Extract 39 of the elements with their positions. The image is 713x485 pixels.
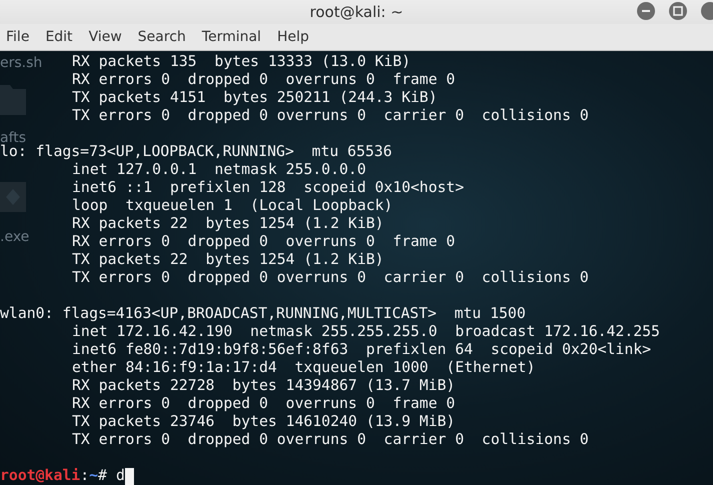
terminal-line: loop txqueuelen 1 (Local Loopback) <box>72 197 393 215</box>
terminal-line: wlan0: flags=4163<UP,BROADCAST,RUNNING,MULTICAST> mtu 1500 <box>0 305 526 323</box>
terminal-line: TX packets 22 bytes 1254 (1.2 KiB) <box>72 251 384 269</box>
terminal-line: TX errors 0 dropped 0 overruns 0 carrier 0 collisions 0 <box>72 269 589 287</box>
terminal-line: TX packets 4151 bytes 250211 (244.3 KiB) <box>72 89 438 107</box>
prompt-path: ~ <box>89 467 98 485</box>
terminal-line: RX packets 135 bytes 13333 (13.0 KiB) <box>72 53 411 71</box>
menu-item[interactable]: File <box>6 29 38 45</box>
terminal-line: inet 172.16.42.190 netmask 255.255.255.0 broadcast 172.16.42.255 <box>72 323 660 341</box>
desktop-icon-label: ers.sh <box>0 55 42 71</box>
desktop-icon-label: afts <box>0 130 26 146</box>
terminal-line: inet6 fe80::7d19:b9f8:56ef:8f63 prefixlen 64 scopeid 0x20<link> <box>72 341 652 359</box>
terminal-line: lo: flags=73<UP,LOOPBACK,RUNNING> mtu 65536 <box>0 143 392 161</box>
menu-item[interactable]: Edit <box>37 29 81 45</box>
terminal-line: RX packets 22 bytes 1254 (1.2 KiB) <box>72 215 384 233</box>
menu-item[interactable]: Help <box>269 29 317 45</box>
prompt-symbol: # <box>98 467 107 485</box>
terminal-line: TX errors 0 dropped 0 overruns 0 carrier 0 collisions 0 <box>72 431 589 449</box>
minimize-icon[interactable] <box>637 2 655 20</box>
prompt-separator: : <box>80 467 90 485</box>
terminal-line: TX packets 23746 bytes 14610240 (13.9 MiB) <box>72 413 456 431</box>
menu-item[interactable]: Search <box>130 29 194 45</box>
terminal-line: inet 127.0.0.1 netmask 255.0.0.0 <box>72 161 366 179</box>
desktop-icon-label: .exe <box>0 229 30 245</box>
text-cursor <box>124 468 134 484</box>
file-icon <box>0 182 26 212</box>
maximize-icon[interactable] <box>669 2 687 20</box>
terminal-line: RX errors 0 dropped 0 overruns 0 frame 0 <box>72 233 456 251</box>
command-input[interactable]: d <box>116 467 125 485</box>
menu-item[interactable]: Terminal <box>194 29 270 45</box>
terminal-line: RX packets 22728 bytes 14394867 (13.7 MiB) <box>72 377 456 395</box>
terminal-line: TX errors 0 dropped 0 overruns 0 carrier 0 collisions 0 <box>72 107 589 125</box>
terminal-line: ether 84:16:f9:1a:17:d4 txqueuelen 1000 (Ethernet) <box>72 359 536 377</box>
terminal-line: inet6 ::1 prefixlen 128 scopeid 0x10<host> <box>72 179 464 197</box>
prompt-user-host: root@kali <box>0 467 80 485</box>
window-title: root@kali: ~ <box>310 3 404 21</box>
menu-item[interactable]: View <box>80 29 130 45</box>
terminal-line: RX errors 0 dropped 0 overruns 0 frame 0 <box>72 395 456 413</box>
terminal-line: RX errors 0 dropped 0 overruns 0 frame 0 <box>72 71 456 89</box>
